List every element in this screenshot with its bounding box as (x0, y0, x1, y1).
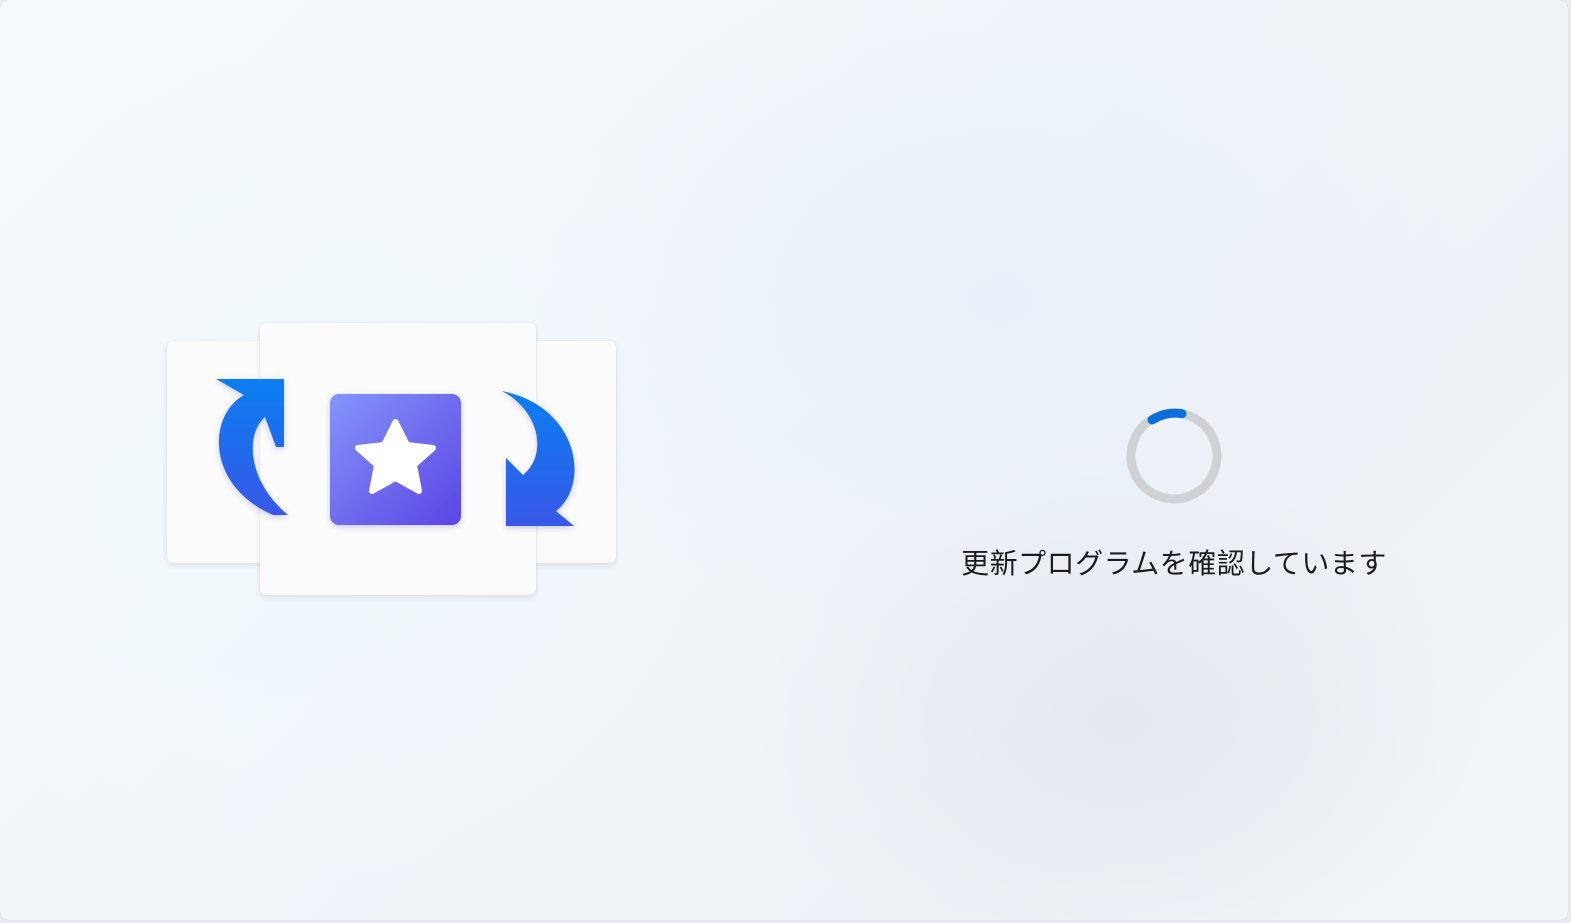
status-area: 更新プログラムを確認しています (900, 400, 1448, 600)
loading-spinner-icon (1126, 408, 1222, 504)
spinner-track (1126, 408, 1222, 504)
refresh-arrow-left-icon (216, 379, 288, 515)
illustration-graphics (216, 379, 575, 526)
update-illustration (160, 315, 630, 605)
status-message: 更新プログラムを確認しています (961, 547, 1387, 580)
spinner-arc (1147, 408, 1187, 425)
update-window: 更新プログラムを確認しています (0, 0, 1568, 920)
refresh-arrow-right-icon (502, 391, 575, 526)
star-app-icon (330, 394, 461, 525)
